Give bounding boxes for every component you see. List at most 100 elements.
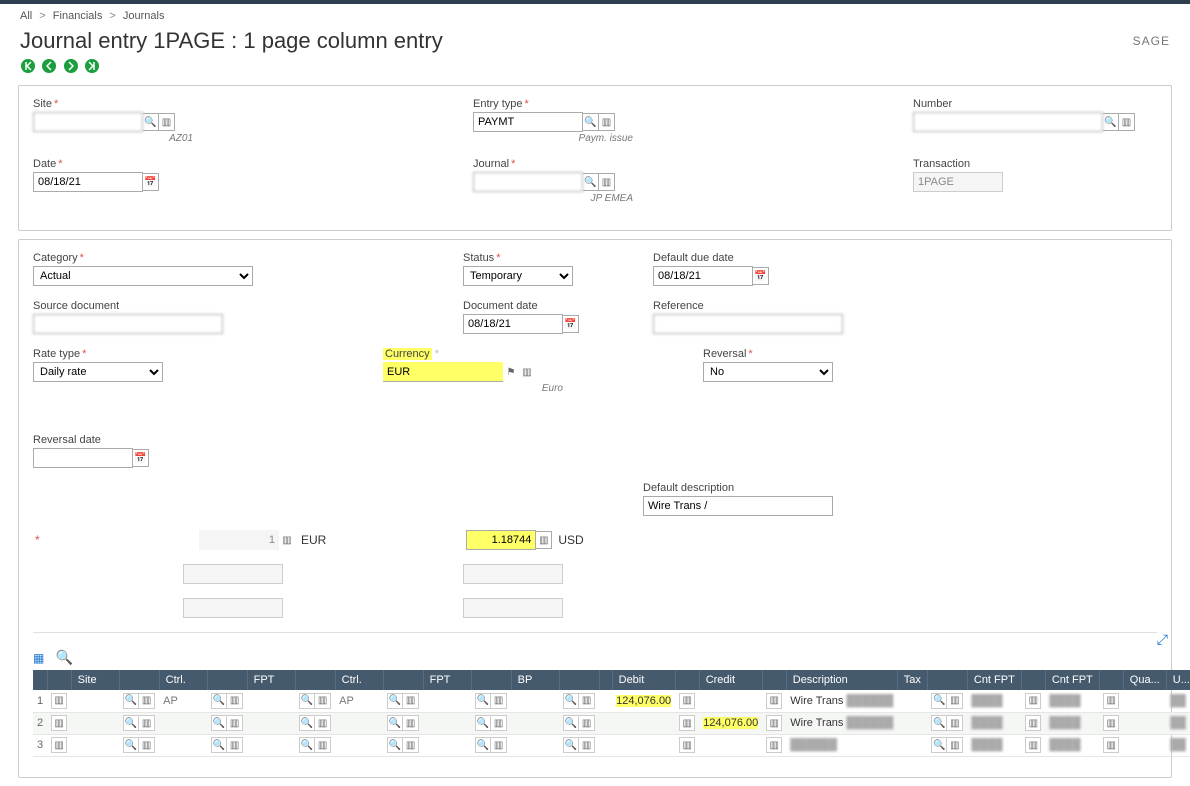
- lookup-icon[interactable]: 🔍: [563, 737, 579, 753]
- browse-icon[interactable]: ▥: [679, 715, 695, 731]
- browse-icon[interactable]: ▥: [599, 173, 615, 191]
- lookup-icon[interactable]: 🔍: [931, 715, 947, 731]
- grid-col-header[interactable]: [119, 670, 159, 690]
- browse-icon[interactable]: ▥: [1103, 693, 1119, 709]
- browse-icon[interactable]: ▥: [947, 737, 963, 753]
- grid-col-header[interactable]: Ctrl.: [159, 670, 207, 690]
- table-row[interactable]: 1▥🔍▥🔍▥🔍▥🔍▥🔍▥🔍▥124,076.00▥▥Wire Trans ███…: [33, 690, 1190, 712]
- cell-ctrl[interactable]: [163, 695, 203, 707]
- cell-fpt2[interactable]: [427, 717, 467, 729]
- browse-icon[interactable]: ▥: [315, 693, 331, 709]
- grid-search-icon[interactable]: 🔍: [56, 649, 73, 666]
- doc-date-input[interactable]: [463, 314, 563, 334]
- table-row[interactable]: 2▥🔍▥🔍▥🔍▥🔍▥🔍▥🔍▥▥124,076.00▥Wire Trans ███…: [33, 712, 1190, 734]
- lookup-icon[interactable]: 🔍: [123, 737, 139, 753]
- browse-icon[interactable]: ▥: [599, 113, 615, 131]
- cell-debit[interactable]: [612, 712, 675, 734]
- grid-col-header[interactable]: Debit: [612, 670, 675, 690]
- calendar-icon[interactable]: 📅: [753, 267, 769, 285]
- reference-input[interactable]: [653, 314, 843, 334]
- browse-icon[interactable]: ▥: [227, 737, 243, 753]
- grid-col-header[interactable]: Credit: [699, 670, 762, 690]
- lookup-icon[interactable]: 🔍: [299, 715, 315, 731]
- browse-icon[interactable]: ▥: [579, 715, 595, 731]
- grid-col-header[interactable]: [471, 670, 511, 690]
- status-select[interactable]: Temporary: [463, 266, 573, 286]
- lookup-icon[interactable]: ⚑: [503, 363, 519, 381]
- date-input[interactable]: [33, 172, 143, 192]
- grid-col-header[interactable]: [47, 670, 71, 690]
- grid-col-header[interactable]: [675, 670, 699, 690]
- journal-input[interactable]: [473, 172, 583, 192]
- grid-col-header[interactable]: [1099, 670, 1123, 690]
- rate-value-input[interactable]: [466, 530, 536, 550]
- calendar-icon[interactable]: 📅: [563, 315, 579, 333]
- grid-col-header[interactable]: Ctrl.: [335, 670, 383, 690]
- browse-icon[interactable]: ▥: [579, 693, 595, 709]
- lookup-icon[interactable]: 🔍: [211, 693, 227, 709]
- cell-bp[interactable]: [515, 717, 555, 729]
- browse-icon[interactable]: ▥: [315, 737, 331, 753]
- cell-fpt2[interactable]: [427, 739, 467, 751]
- browse-icon[interactable]: ▥: [403, 693, 419, 709]
- lookup-icon[interactable]: 🔍: [931, 693, 947, 709]
- lookup-icon[interactable]: 🔍: [563, 715, 579, 731]
- grid-col-header[interactable]: Qua...: [1123, 670, 1166, 690]
- last-record-icon[interactable]: [84, 58, 100, 74]
- cell-ctrl[interactable]: [163, 739, 203, 751]
- cell-ctrl2[interactable]: [339, 695, 379, 707]
- browse-icon[interactable]: ▥: [315, 715, 331, 731]
- grid-col-header[interactable]: FPT: [423, 670, 471, 690]
- browse-icon[interactable]: ▥: [403, 715, 419, 731]
- browse-icon[interactable]: ▥: [227, 715, 243, 731]
- next-record-icon[interactable]: [63, 58, 79, 74]
- lookup-icon[interactable]: 🔍: [475, 693, 491, 709]
- cell-desc[interactable]: Wire Trans ██████: [786, 690, 897, 712]
- cell-debit[interactable]: 124,076.00: [612, 690, 675, 712]
- lookup-icon[interactable]: 🔍: [475, 737, 491, 753]
- grid-col-header[interactable]: BP: [511, 670, 559, 690]
- site-input[interactable]: [33, 112, 143, 132]
- cell-fpt[interactable]: [251, 695, 291, 707]
- currency-input[interactable]: [383, 362, 503, 382]
- cell-fpt2[interactable]: [427, 695, 467, 707]
- grid-col-header[interactable]: [762, 670, 786, 690]
- lookup-icon[interactable]: 🔍: [387, 715, 403, 731]
- browse-icon[interactable]: ▥: [491, 737, 507, 753]
- cell-credit[interactable]: [699, 690, 762, 712]
- grid-col-header[interactable]: Cnt FPT: [967, 670, 1021, 690]
- expand-icon[interactable]: ⤢: [1157, 631, 1168, 648]
- browse-icon[interactable]: ▥: [1103, 737, 1119, 753]
- browse-icon[interactable]: ▥: [51, 693, 67, 709]
- cell-fpt[interactable]: [251, 717, 291, 729]
- reversal-date-input[interactable]: [33, 448, 133, 468]
- lookup-icon[interactable]: 🔍: [299, 693, 315, 709]
- browse-icon[interactable]: ▥: [227, 693, 243, 709]
- lookup-icon[interactable]: 🔍: [211, 715, 227, 731]
- lookup-icon[interactable]: 🔍: [123, 715, 139, 731]
- cell-credit[interactable]: 124,076.00: [699, 712, 762, 734]
- cell-debit[interactable]: [612, 734, 675, 756]
- grid-col-header[interactable]: [383, 670, 423, 690]
- browse-icon[interactable]: ▥: [491, 715, 507, 731]
- browse-icon[interactable]: ▥: [947, 715, 963, 731]
- lookup-icon[interactable]: 🔍: [123, 693, 139, 709]
- breadcrumb-financials[interactable]: Financials: [53, 10, 103, 22]
- grid-col-header[interactable]: Site: [71, 670, 119, 690]
- browse-icon[interactable]: ▥: [679, 693, 695, 709]
- grid-col-header[interactable]: [33, 670, 47, 690]
- default-desc-input[interactable]: [643, 496, 833, 516]
- grid-col-header[interactable]: [559, 670, 599, 690]
- default-due-input[interactable]: [653, 266, 753, 286]
- browse-icon[interactable]: ▥: [51, 737, 67, 753]
- browse-icon[interactable]: ▥: [491, 693, 507, 709]
- lookup-icon[interactable]: 🔍: [387, 737, 403, 753]
- grid-col-header[interactable]: [207, 670, 247, 690]
- calendar-icon[interactable]: 📅: [143, 173, 159, 191]
- source-doc-input[interactable]: [33, 314, 223, 334]
- browse-icon[interactable]: ▥: [519, 363, 535, 381]
- cell-site[interactable]: [75, 739, 115, 751]
- cell-fpt[interactable]: [251, 739, 291, 751]
- browse-icon[interactable]: ▥: [139, 693, 155, 709]
- calendar-icon[interactable]: 📅: [133, 449, 149, 467]
